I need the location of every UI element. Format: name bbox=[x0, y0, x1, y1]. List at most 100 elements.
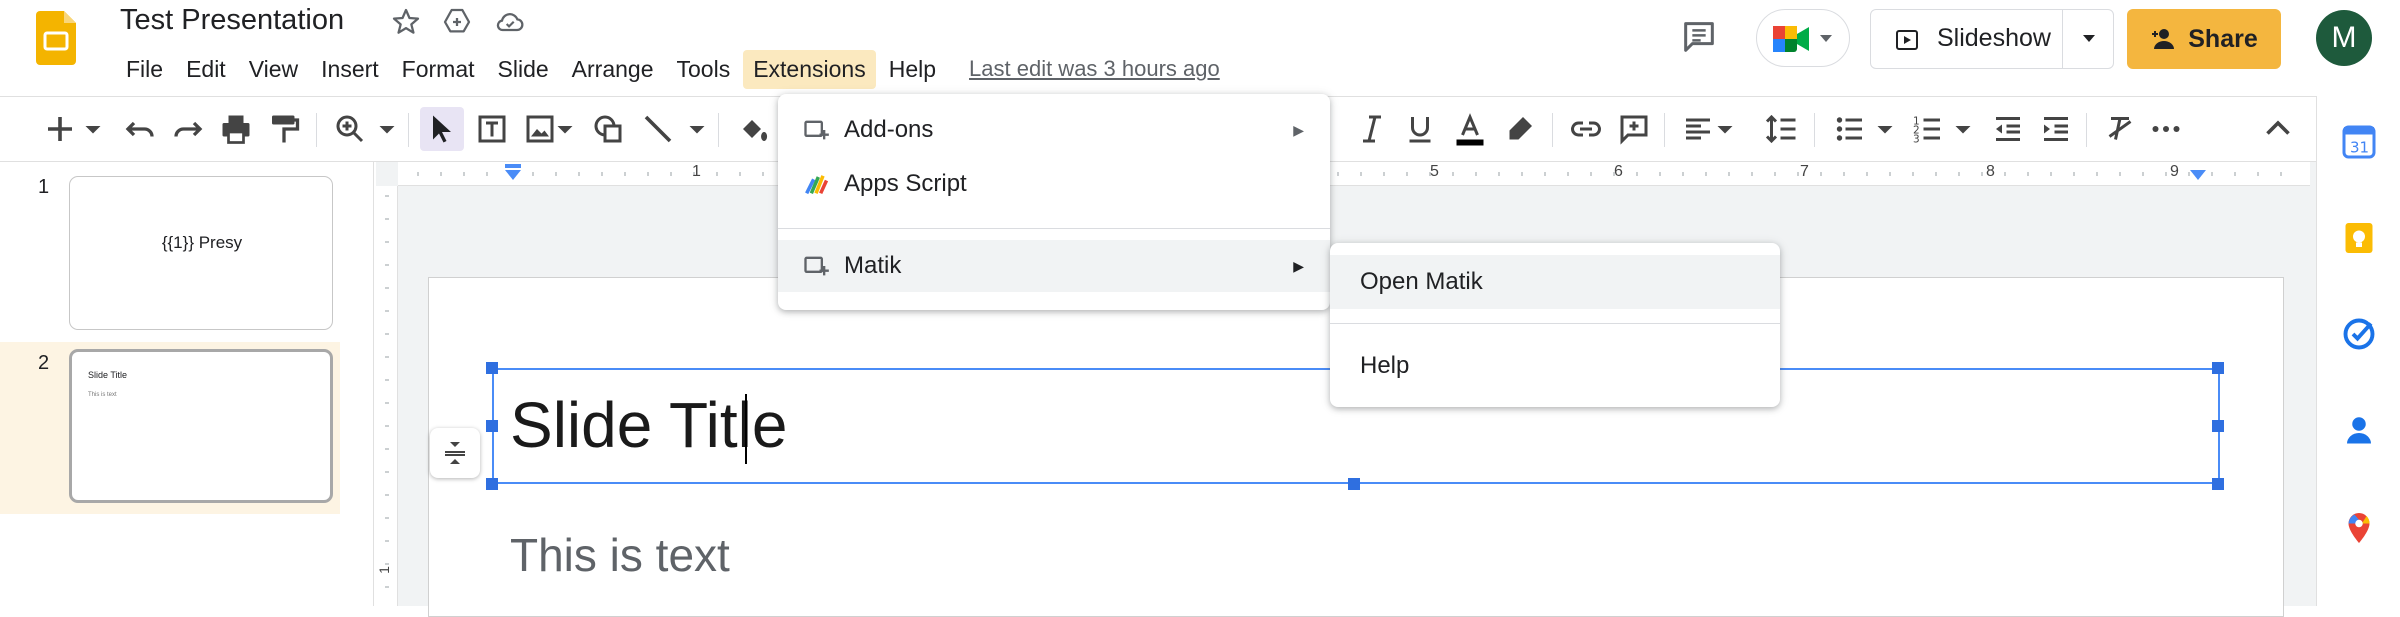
new-slide-layout-dropdown-icon[interactable] bbox=[84, 111, 102, 147]
line-spacing-icon[interactable] bbox=[1764, 111, 1800, 147]
submenu-arrow-icon: ▶ bbox=[1293, 121, 1304, 138]
chevron-down-icon bbox=[1820, 35, 1832, 42]
avatar[interactable]: M bbox=[2316, 10, 2372, 66]
slideshow-options-dropdown-icon[interactable] bbox=[2082, 34, 2096, 44]
resize-handle[interactable] bbox=[486, 478, 498, 490]
text-color-icon[interactable] bbox=[1452, 111, 1488, 147]
text-cursor bbox=[745, 394, 747, 464]
cloud-saved-icon[interactable] bbox=[494, 6, 526, 38]
right-indent-marker-icon[interactable] bbox=[2188, 168, 2208, 184]
menu-format[interactable]: Format bbox=[392, 50, 485, 89]
highlight-color-icon[interactable] bbox=[1502, 111, 1538, 147]
maps-icon[interactable] bbox=[2341, 510, 2377, 546]
menu-help[interactable]: Help bbox=[879, 50, 946, 89]
last-edit-link[interactable]: Last edit was 3 hours ago bbox=[969, 56, 1220, 82]
decrease-indent-icon[interactable] bbox=[1990, 111, 2026, 147]
insert-image-icon[interactable] bbox=[522, 111, 558, 147]
left-indent-marker-icon[interactable] bbox=[503, 164, 523, 184]
menu-item-label: Apps Script bbox=[844, 170, 967, 197]
image-dropdown-icon[interactable] bbox=[556, 111, 574, 147]
vertical-ruler-label: 1 bbox=[375, 566, 392, 574]
menu-slide[interactable]: Slide bbox=[488, 50, 559, 89]
clear-formatting-icon[interactable] bbox=[2102, 111, 2138, 147]
resize-handle[interactable] bbox=[486, 420, 498, 432]
fill-color-icon[interactable] bbox=[734, 111, 770, 147]
more-icon[interactable] bbox=[2148, 111, 2184, 147]
menu-arrange[interactable]: Arrange bbox=[562, 50, 664, 89]
resize-handle[interactable] bbox=[2212, 362, 2224, 374]
slide-body-text[interactable]: This is text bbox=[510, 528, 730, 582]
resize-handle[interactable] bbox=[486, 362, 498, 374]
meet-icon bbox=[1773, 26, 1809, 52]
zoom-icon[interactable] bbox=[332, 111, 368, 147]
print-icon[interactable] bbox=[218, 111, 254, 147]
shape-icon[interactable] bbox=[590, 111, 626, 147]
share-button[interactable]: Share bbox=[2127, 9, 2281, 69]
star-icon[interactable] bbox=[390, 6, 422, 38]
thumbnail-1-text: {{1}} Presy bbox=[161, 233, 243, 252]
menu-item-apps-script[interactable]: Apps Script bbox=[778, 158, 1330, 210]
ruler-label: 1 bbox=[692, 163, 701, 180]
extensions-menu: Add-ons ▶ Apps Script Matik ▶ bbox=[778, 94, 1330, 310]
redo-icon[interactable] bbox=[170, 111, 206, 147]
meet-button[interactable] bbox=[1756, 9, 1850, 67]
slide-thumbnail-2[interactable]: Slide Title This is text bbox=[69, 349, 333, 503]
calendar-icon[interactable]: 31 bbox=[2341, 124, 2377, 160]
slide-thumbnail-1[interactable]: {{1}} Presy bbox=[69, 176, 333, 330]
side-panel: 31 bbox=[2316, 96, 2400, 606]
line-dropdown-icon[interactable] bbox=[688, 111, 706, 147]
align-icon[interactable] bbox=[1680, 111, 1716, 147]
document-title[interactable]: Test Presentation bbox=[120, 4, 344, 37]
collapse-toolbar-icon[interactable] bbox=[2260, 111, 2296, 147]
contacts-icon[interactable] bbox=[2341, 412, 2377, 448]
menu-item-add-ons[interactable]: Add-ons ▶ bbox=[778, 104, 1330, 156]
insert-link-icon[interactable] bbox=[1568, 111, 1604, 147]
menu-item-help[interactable]: Help bbox=[1330, 339, 1780, 393]
zoom-dropdown-icon[interactable] bbox=[378, 111, 396, 147]
paint-format-icon[interactable] bbox=[266, 111, 302, 147]
menu-item-matik[interactable]: Matik ▶ bbox=[778, 240, 1330, 292]
add-comment-icon[interactable] bbox=[1616, 111, 1652, 147]
autofit-options-button[interactable] bbox=[430, 428, 480, 478]
select-cursor-icon[interactable] bbox=[424, 111, 460, 147]
ruler-ticks bbox=[417, 172, 2282, 176]
keep-icon[interactable] bbox=[2341, 220, 2377, 256]
new-slide-icon[interactable] bbox=[42, 111, 78, 147]
resize-handle[interactable] bbox=[1348, 478, 1360, 490]
increase-indent-icon[interactable] bbox=[2038, 111, 2074, 147]
resize-handle[interactable] bbox=[2212, 478, 2224, 490]
line-icon[interactable] bbox=[640, 111, 676, 147]
align-dropdown-icon[interactable] bbox=[1716, 111, 1734, 147]
tasks-icon[interactable] bbox=[2341, 316, 2377, 352]
addon-icon bbox=[804, 256, 829, 276]
underline-icon[interactable] bbox=[1402, 111, 1438, 147]
menu-tools[interactable]: Tools bbox=[667, 50, 741, 89]
slideshow-button[interactable]: Slideshow bbox=[1870, 9, 2114, 69]
menu-item-open-matik[interactable]: Open Matik bbox=[1330, 255, 1780, 309]
menu-view[interactable]: View bbox=[239, 50, 308, 89]
slides-logo[interactable] bbox=[36, 11, 76, 65]
menu-insert[interactable]: Insert bbox=[311, 50, 389, 89]
bulleted-list-icon[interactable] bbox=[1832, 111, 1868, 147]
person-add-icon bbox=[2152, 29, 2175, 49]
menu-edit[interactable]: Edit bbox=[176, 50, 236, 89]
svg-text:3: 3 bbox=[1913, 134, 1920, 146]
slideshow-divider bbox=[2062, 9, 2063, 69]
comment-history-icon[interactable] bbox=[1676, 17, 1722, 57]
horizontal-ruler[interactable]: 1 5 6 7 8 9 bbox=[398, 162, 2310, 186]
move-to-drive-icon[interactable] bbox=[441, 6, 473, 38]
matik-submenu: Open Matik Help bbox=[1330, 243, 1780, 407]
menu-item-label: Matik bbox=[844, 252, 902, 279]
numbered-list-icon[interactable]: 123 bbox=[1910, 111, 1946, 147]
resize-handle[interactable] bbox=[2212, 420, 2224, 432]
thumbnail-2-body: This is text bbox=[88, 392, 117, 398]
play-presentation-icon bbox=[1896, 30, 1918, 50]
vertical-ruler[interactable]: 1 bbox=[376, 186, 398, 606]
bullet-dropdown-icon[interactable] bbox=[1876, 111, 1894, 147]
italic-icon[interactable] bbox=[1354, 111, 1390, 147]
menu-file[interactable]: File bbox=[116, 50, 173, 89]
menu-extensions[interactable]: Extensions bbox=[743, 49, 876, 89]
text-box-icon[interactable] bbox=[474, 111, 510, 147]
numbered-dropdown-icon[interactable] bbox=[1954, 111, 1972, 147]
undo-icon[interactable] bbox=[122, 111, 158, 147]
